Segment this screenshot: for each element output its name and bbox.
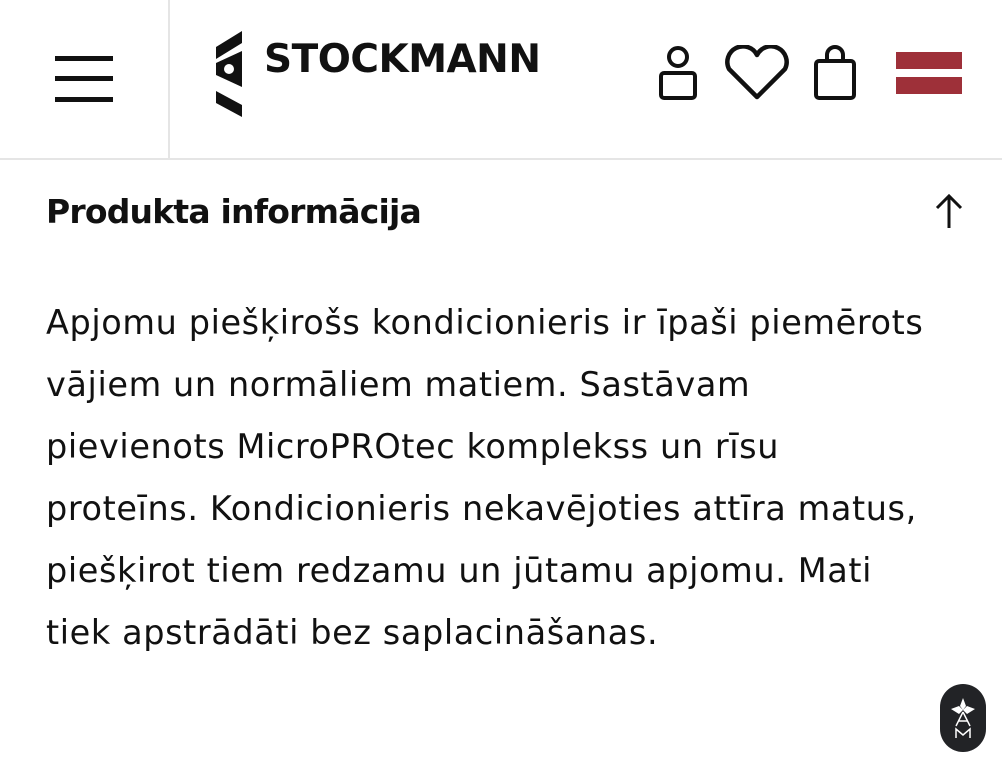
account-button[interactable] — [652, 40, 704, 106]
stockmann-logo[interactable]: STOCKMANN — [214, 28, 541, 120]
accessibility-widget-icon — [951, 698, 975, 738]
accessibility-widget-button[interactable] — [940, 684, 986, 752]
wishlist-button[interactable] — [720, 40, 794, 106]
language-selector[interactable] — [892, 40, 966, 106]
logo-mark-icon — [216, 31, 242, 117]
section-title: Produkta informācija — [46, 191, 422, 231]
shopping-bag-icon — [814, 45, 856, 100]
user-icon — [659, 46, 697, 100]
arrow-up-icon[interactable] — [932, 189, 966, 233]
hamburger-menu-icon — [55, 56, 113, 102]
product-info-header[interactable]: Produkta informācija — [46, 184, 966, 238]
logo-text: STOCKMANN — [264, 36, 541, 82]
heart-icon — [725, 45, 789, 100]
menu-button[interactable] — [0, 0, 170, 158]
product-description: Apjomu piešķirošs kondicionieris ir īpaš… — [46, 303, 924, 652]
site-header: STOCKMANN — [0, 0, 1002, 160]
latvia-flag-icon — [896, 52, 962, 94]
shopping-bag-button[interactable] — [808, 40, 862, 106]
